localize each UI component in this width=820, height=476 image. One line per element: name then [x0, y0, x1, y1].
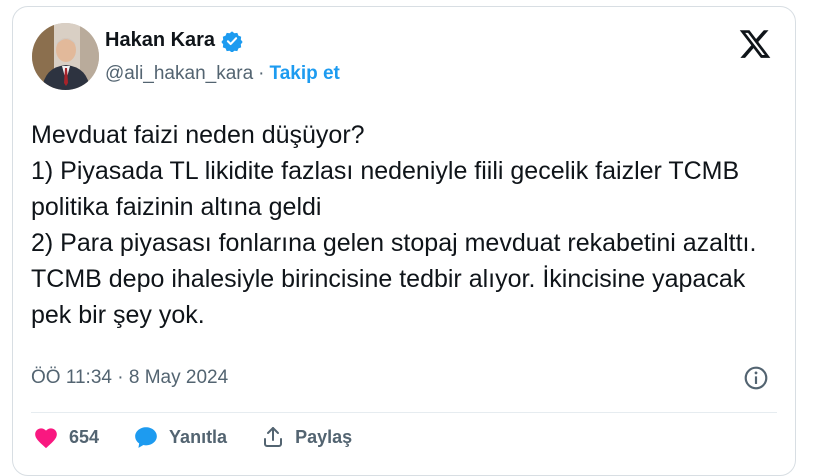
reply-button[interactable]: Yanıtla	[133, 425, 227, 449]
like-count: 654	[69, 426, 100, 447]
author-name[interactable]: Hakan Kara	[105, 29, 215, 52]
verified-badge-icon	[221, 30, 243, 52]
author-handle-row: @ali_hakan_kara · Takip et	[105, 63, 340, 85]
avatar-image	[32, 23, 99, 90]
tweet-card: Hakan Kara @ali_hakan_kara · Takip et Me…	[12, 6, 796, 476]
reply-label: Yanıtla	[169, 426, 228, 447]
avatar[interactable]	[32, 23, 99, 90]
follow-button[interactable]: Takip et	[270, 63, 340, 85]
tweet-text: Mevduat faizi neden düşüyor? 1) Piyasada…	[31, 121, 757, 329]
x-logo-icon[interactable]	[737, 27, 773, 61]
divider	[31, 412, 777, 413]
author-name-row: Hakan Kara	[105, 29, 243, 52]
share-button[interactable]: Paylaş	[261, 425, 352, 449]
action-bar: 654 Yanıtla Paylaş	[33, 425, 352, 449]
info-icon[interactable]	[743, 365, 769, 391]
heart-icon	[35, 428, 57, 449]
author-handle[interactable]: @ali_hakan_kara	[105, 63, 253, 85]
share-label: Paylaş	[295, 426, 353, 447]
speech-bubble-icon	[135, 427, 157, 448]
tweet-timestamp[interactable]: ÖÖ 11:34 · 8 May 2024	[31, 367, 228, 389]
share-icon	[264, 427, 283, 447]
handle-separator: ·	[258, 63, 265, 84]
like-button[interactable]: 654	[33, 425, 99, 449]
